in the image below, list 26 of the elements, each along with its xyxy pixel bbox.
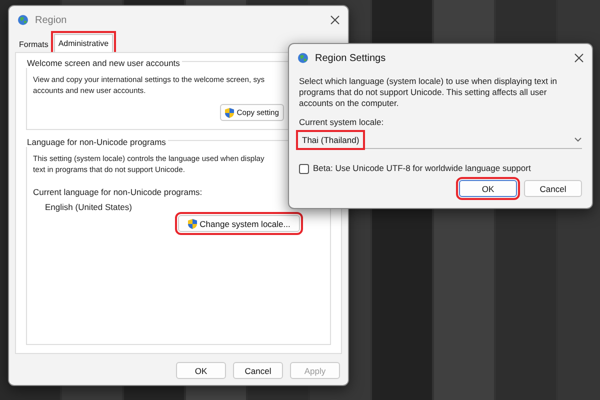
tab[interactable]: Formats [15, 36, 52, 52]
current-language-value: English (United States) [44, 202, 132, 213]
locale-label: Current system locale: [299, 117, 384, 128]
dialog-title: Region Settings [315, 52, 387, 64]
globe-icon [297, 52, 309, 64]
dialog-button[interactable]: Cancel [524, 180, 582, 197]
close-icon[interactable] [574, 53, 584, 63]
globe-icon [17, 14, 29, 26]
close-icon[interactable] [330, 15, 340, 25]
window-title: Region [35, 14, 68, 26]
description-text: Select which language (system locale) to use when displaying text in programs that do not support Unicode. This setting affects all user accounts on the computer. [299, 76, 558, 109]
current-language-label: Current language for non-Unicode programs: [33, 187, 202, 198]
dialog-button[interactable]: OK [459, 180, 517, 197]
dialog-button[interactable]: Cancel [233, 362, 283, 379]
change-locale-button[interactable]: Change system locale... [178, 215, 300, 232]
tab[interactable]: Administrative [54, 34, 113, 52]
group-title: Language for non-Unicode programs [25, 137, 168, 147]
group-title: Welcome screen and new user accounts [25, 58, 182, 68]
shield-icon [224, 108, 234, 118]
shield-icon [188, 218, 197, 228]
chevron-down-icon [574, 137, 582, 142]
checkbox[interactable] [299, 164, 309, 174]
dialog-button[interactable]: OK [176, 362, 226, 379]
locale-value: Thai (Thailand) [299, 132, 362, 146]
checkbox-label: Beta: Use Unicode UTF-8 for worldwide language support [313, 163, 531, 174]
locale-dropdown[interactable]: Thai (Thailand) [299, 131, 582, 149]
